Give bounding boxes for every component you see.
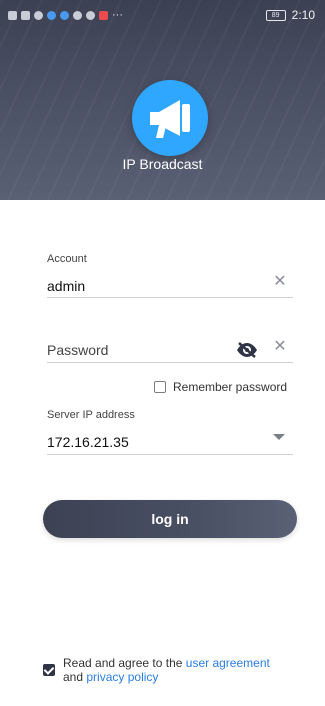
more-notifications-icon: ··· bbox=[112, 9, 123, 21]
status-bar: ··· 89 2:10 bbox=[0, 0, 325, 30]
remember-password-label: Remember password bbox=[173, 380, 288, 394]
status-icons-left: ··· bbox=[8, 9, 123, 21]
agreement-prefix: Read and agree to the bbox=[63, 656, 183, 670]
agreement-text: Read and agree to the user agreement and… bbox=[63, 656, 270, 684]
account-input[interactable]: admin bbox=[47, 278, 85, 294]
remember-password-checkbox[interactable] bbox=[154, 381, 166, 393]
privacy-policy-link[interactable]: privacy policy bbox=[86, 670, 158, 684]
mail-icon bbox=[99, 10, 108, 20]
agreement-checkbox[interactable] bbox=[43, 664, 55, 676]
agreement-row: Read and agree to the user agreement and… bbox=[43, 656, 303, 684]
password-underline bbox=[47, 362, 293, 363]
server-ip-underline bbox=[47, 454, 293, 455]
user-agreement-link[interactable]: user agreement bbox=[186, 656, 270, 670]
server-ip-select[interactable]: 172.16.21.35 bbox=[47, 434, 129, 450]
chat-icon bbox=[73, 10, 82, 20]
dropdown-arrow-icon[interactable] bbox=[273, 434, 285, 440]
account-label: Account bbox=[47, 253, 87, 265]
wifi-icon bbox=[34, 10, 43, 20]
system-time: 2:10 bbox=[291, 8, 315, 22]
notification-icon bbox=[8, 10, 17, 20]
clear-account-icon[interactable]: ✕ bbox=[272, 274, 288, 290]
server-ip-label: Server IP address bbox=[47, 409, 135, 421]
megaphone-icon bbox=[150, 100, 190, 138]
app-title: IP Broadcast bbox=[122, 156, 203, 172]
app-notification-icon bbox=[47, 10, 56, 20]
agreement-and: and bbox=[63, 670, 84, 684]
message-icon bbox=[86, 10, 95, 20]
login-button[interactable]: log in bbox=[43, 500, 297, 538]
eye-slash-icon[interactable] bbox=[236, 342, 258, 358]
password-input[interactable]: Password bbox=[47, 342, 108, 358]
app-logo bbox=[132, 80, 208, 156]
clear-password-icon[interactable]: ✕ bbox=[272, 339, 288, 355]
remember-password-toggle[interactable]: Remember password bbox=[154, 380, 287, 394]
status-icons-right: 89 2:10 bbox=[248, 8, 315, 22]
battery-indicator: 89 bbox=[265, 9, 286, 21]
location-icon bbox=[60, 10, 69, 20]
signal-icon bbox=[21, 10, 30, 20]
account-underline bbox=[47, 297, 293, 298]
